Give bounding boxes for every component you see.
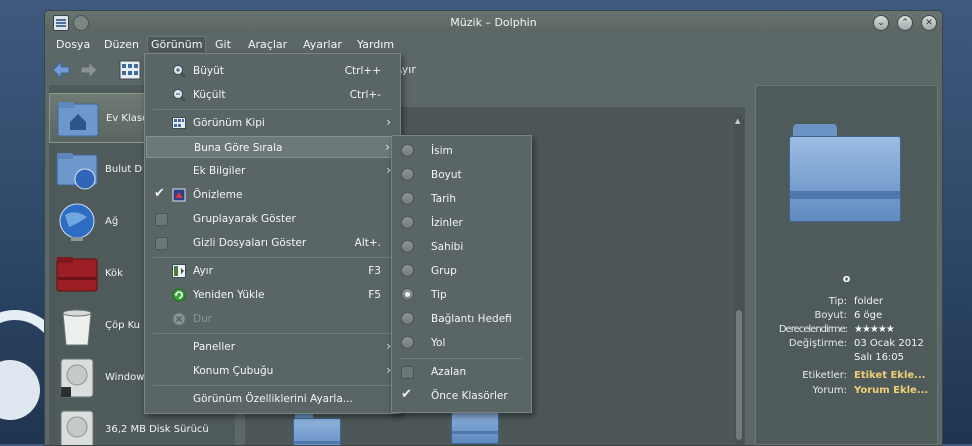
sort-option-type[interactable]: Tip [393, 284, 530, 306]
network-globe-icon [59, 203, 95, 241]
icons-view-icon[interactable] [119, 59, 141, 81]
selected-item-name: o [842, 272, 851, 285]
cloud-folder-icon [56, 153, 98, 190]
add-tag-link[interactable]: Etiket Ekle... [854, 370, 926, 381]
sort-option-path[interactable]: Yol [393, 332, 530, 354]
add-comment-link[interactable]: Yorum Ekle... [854, 385, 928, 396]
radio-button[interactable] [401, 336, 414, 349]
submenu-arrow-icon: › [385, 140, 390, 154]
home-folder-icon [57, 102, 99, 137]
info-key: Derecelendirme: [778, 324, 848, 335]
menu-go[interactable]: Git [212, 37, 234, 52]
info-key: Yorum: [812, 385, 847, 396]
menu-view[interactable]: Görünüm [147, 36, 207, 52]
menu-edit[interactable]: Düzen [101, 37, 142, 52]
large-folder-icon [789, 124, 901, 222]
menu-item-additional-info[interactable]: Ek Bilgiler › [146, 160, 399, 182]
zoom-out-icon [173, 89, 186, 102]
menu-help[interactable]: Yardım [354, 37, 397, 52]
info-key: Boyut: [814, 310, 847, 321]
info-value: 03 Ocak 2012 [854, 338, 924, 349]
information-panel: o Tip: folder Boyut: 6 öge Derecelendirme:… [755, 85, 938, 445]
trash-icon [62, 309, 92, 346]
menu-item-zoom-in[interactable]: Büyüt Ctrl++ [146, 60, 399, 82]
drive-icon [60, 358, 94, 398]
maximize-button[interactable]: ⌃ [897, 15, 913, 31]
stop-icon [172, 312, 186, 326]
menu-file[interactable]: Dosya [53, 37, 93, 52]
sort-option-date[interactable]: Tarih [393, 188, 530, 210]
sort-option-owner[interactable]: Sahibi [393, 236, 530, 258]
menu-item-show-hidden-files[interactable]: Gizli Dosyaları Göster Alt+. [146, 232, 399, 254]
folder-icon[interactable] [293, 413, 341, 445]
menu-item-adjust-view-properties[interactable]: Görünüm Özelliklerini Ayarla... [146, 388, 399, 410]
file-view-scrollbar[interactable]: ▲ [734, 115, 744, 445]
view-menu: Büyüt Ctrl++ Küçült Ctrl+- Görünüm Kipi › B… [144, 53, 401, 414]
checkbox[interactable] [401, 366, 414, 379]
radio-button[interactable] [401, 216, 414, 229]
radio-button[interactable] [401, 192, 414, 205]
minimize-button[interactable]: ⌄ [873, 15, 889, 31]
radio-button[interactable] [401, 240, 414, 253]
menu-item-panels[interactable]: Paneller › [146, 336, 399, 358]
menu-item-split[interactable]: Ayır F3 [146, 260, 399, 282]
menu-tools[interactable]: Araçlar [245, 37, 290, 52]
reload-icon [172, 288, 186, 302]
sort-option-group[interactable]: Grup [393, 260, 530, 282]
split-view-icon [172, 264, 186, 278]
menu-item-location-bar[interactable]: Konum Çubuğu › [146, 360, 399, 382]
title-bar[interactable]: Müzik – Dolphin ⌄ ⌃ ✕ [45, 11, 942, 35]
menu-item-view-mode[interactable]: Görünüm Kipi › [146, 112, 399, 134]
close-button[interactable]: ✕ [921, 15, 937, 31]
info-key: Değiştirme: [788, 338, 847, 349]
submenu-arrow-icon: › [386, 115, 391, 129]
rating-stars[interactable]: ★★★★★ [854, 324, 895, 335]
preview-icon [172, 188, 186, 202]
info-value: Salı 16:05 [854, 352, 905, 363]
checkbox[interactable] [155, 237, 168, 250]
menu-settings[interactable]: Ayarlar [300, 37, 345, 52]
sort-by-submenu: İsim Boyut Tarih İzinler Sahibi Grup Tip… [391, 135, 532, 413]
checkbox[interactable] [155, 213, 168, 226]
red-folder-icon [56, 257, 98, 292]
info-key: Etiketler: [802, 370, 847, 381]
menu-item-preview[interactable]: ✔ Önizleme [146, 184, 399, 206]
menu-item-zoom-out[interactable]: Küçült Ctrl+- [146, 84, 399, 106]
window-title: Müzik – Dolphin [450, 16, 537, 29]
menu-bar: Dosya Düzen Görünüm Git Araçlar Ayarlar … [45, 35, 942, 53]
forward-arrow-icon[interactable] [77, 59, 99, 81]
checkmark-icon: ✔ [401, 387, 412, 402]
radio-button-selected[interactable] [401, 288, 414, 301]
radio-button[interactable] [401, 264, 414, 277]
info-key: Tip: [828, 296, 847, 307]
sort-descending[interactable]: Azalan [393, 361, 530, 383]
sort-folders-first[interactable]: ✔ Önce Klasörler [393, 385, 530, 407]
menu-item-stop: Dur [146, 308, 399, 330]
info-value: folder [854, 296, 884, 307]
menu-item-sort-by[interactable]: Buna Göre Sırala › [146, 136, 399, 158]
back-arrow-icon[interactable] [51, 59, 73, 81]
sort-option-size[interactable]: Boyut [393, 164, 530, 186]
info-value: 6 öge [854, 310, 883, 321]
drive-icon [60, 410, 94, 445]
sort-option-link-target[interactable]: Bağlantı Hedefi [393, 308, 530, 330]
zoom-in-icon [173, 65, 186, 78]
checkmark-icon: ✔ [154, 186, 165, 201]
radio-button[interactable] [401, 144, 414, 157]
menu-item-show-in-groups[interactable]: Gruplayarak Göster [146, 208, 399, 230]
radio-button[interactable] [401, 168, 414, 181]
radio-button[interactable] [401, 312, 414, 325]
sort-option-name[interactable]: İsim [393, 140, 530, 162]
sort-option-permissions[interactable]: İzinler [393, 212, 530, 234]
menu-item-reload[interactable]: Yeniden Yükle F5 [146, 284, 399, 306]
view-icons-icon [172, 117, 186, 129]
